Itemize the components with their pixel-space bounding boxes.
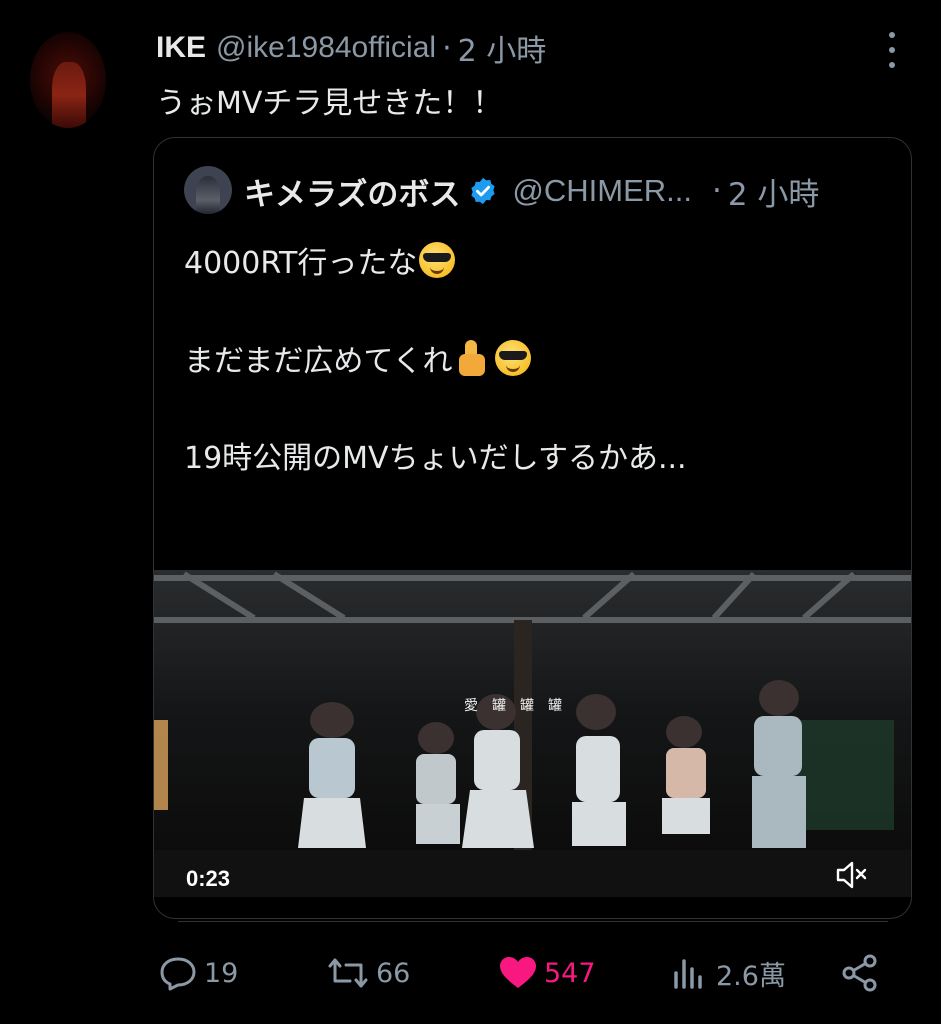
sunglasses-emoji [419,242,456,278]
verified-icon [471,177,496,205]
tweet-timestamp[interactable]: 2 小時 [458,26,547,70]
share-icon [842,954,877,992]
separator-dot: · [711,173,722,209]
reply-button[interactable]: 19 [158,948,238,998]
views-button[interactable]: 2.6萬 [670,948,786,998]
retweet-button[interactable]: 66 [326,948,410,998]
tweet-text: うぉMVチラ見せきた！！ [156,86,503,121]
quote-line-1: 4000RT行ったな [184,246,418,281]
video-frame[interactable]: 愛 罐 罐 罐 [154,570,911,850]
quote-text-line: 4000RT行ったな [184,238,456,282]
quote-timestamp[interactable]: 2 小時 [728,169,820,214]
action-bar: 19 66 547 2.6萬 [0,948,941,998]
video-duration: 0:23 [186,866,231,891]
retweet-count: 66 [376,957,411,989]
separator-dot: · [442,30,452,66]
like-icon [500,957,536,988]
quote-line-3: 19時公開のMVちょいだしするかあ... [184,441,687,476]
author-handle[interactable]: @ike1984official [216,31,436,65]
quoted-tweet[interactable]: キメラズのボス @CHIMER... · 2 小時 4000RT行ったな まだま… [153,137,912,919]
reply-icon [160,957,196,991]
quote-author-avatar[interactable] [184,166,232,214]
tweet-header: IKE @ike1984official · 2 小時 [156,26,547,70]
mute-icon[interactable] [834,858,870,892]
quote-text-line: まだまだ広めてくれ [184,336,531,380]
like-count: 547 [544,957,596,989]
reply-count: 19 [204,957,239,989]
divider [178,921,888,922]
like-button[interactable]: 547 [498,948,596,998]
author-avatar[interactable] [30,32,106,128]
quote-author-handle[interactable]: @CHIMER... [512,173,692,209]
quote-text-line: 19時公開のMVちょいだしするかあ... [184,433,687,477]
quote-line-2: まだまだ広めてくれ [184,344,453,379]
thumbs-up-emoji [455,340,489,376]
video-overlay-text: 愛 罐 罐 罐 [464,698,562,714]
quote-author-name[interactable]: キメラズのボス [244,169,460,214]
video-player[interactable]: 愛 罐 罐 罐 0:23 [154,570,911,897]
retweet-icon [328,958,368,988]
views-count: 2.6萬 [716,960,786,992]
quote-header: キメラズのボス @CHIMER... · 2 小時 [244,169,820,214]
more-icon[interactable] [878,30,906,70]
views-icon [674,959,702,989]
author-name[interactable]: IKE [156,31,206,65]
share-button[interactable] [840,948,886,998]
sunglasses-emoji [494,340,531,376]
